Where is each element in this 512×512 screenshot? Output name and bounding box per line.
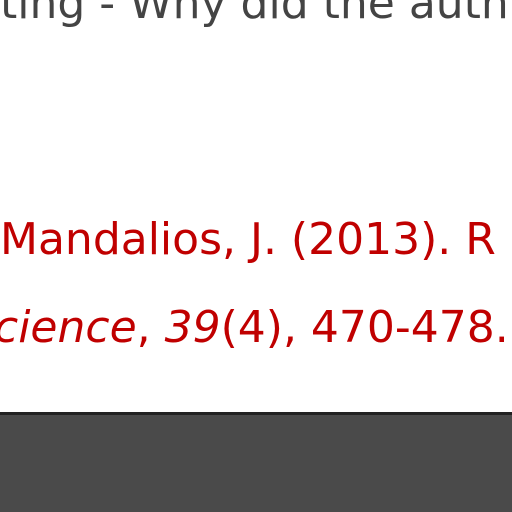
- reference-author-line[interactable]: Mandalios, J. (2013). R: [0, 218, 496, 262]
- question-heading: ting - Why did the auth: [0, 0, 509, 29]
- reference-separator: ,: [136, 302, 165, 353]
- reference-issue: (4): [220, 302, 283, 353]
- bottom-toolbar: [0, 412, 512, 512]
- document-content: ting - Why did the auth Mandalios, J. (2…: [0, 0, 512, 412]
- screen: ting - Why did the auth Mandalios, J. (2…: [0, 0, 512, 512]
- reference-pages: , 470-478.: [282, 302, 509, 353]
- reference-journal: cience: [0, 302, 137, 353]
- reference-source-line[interactable]: cience, 39(4), 470-478.: [0, 306, 509, 350]
- reference-volume: 39: [164, 302, 221, 353]
